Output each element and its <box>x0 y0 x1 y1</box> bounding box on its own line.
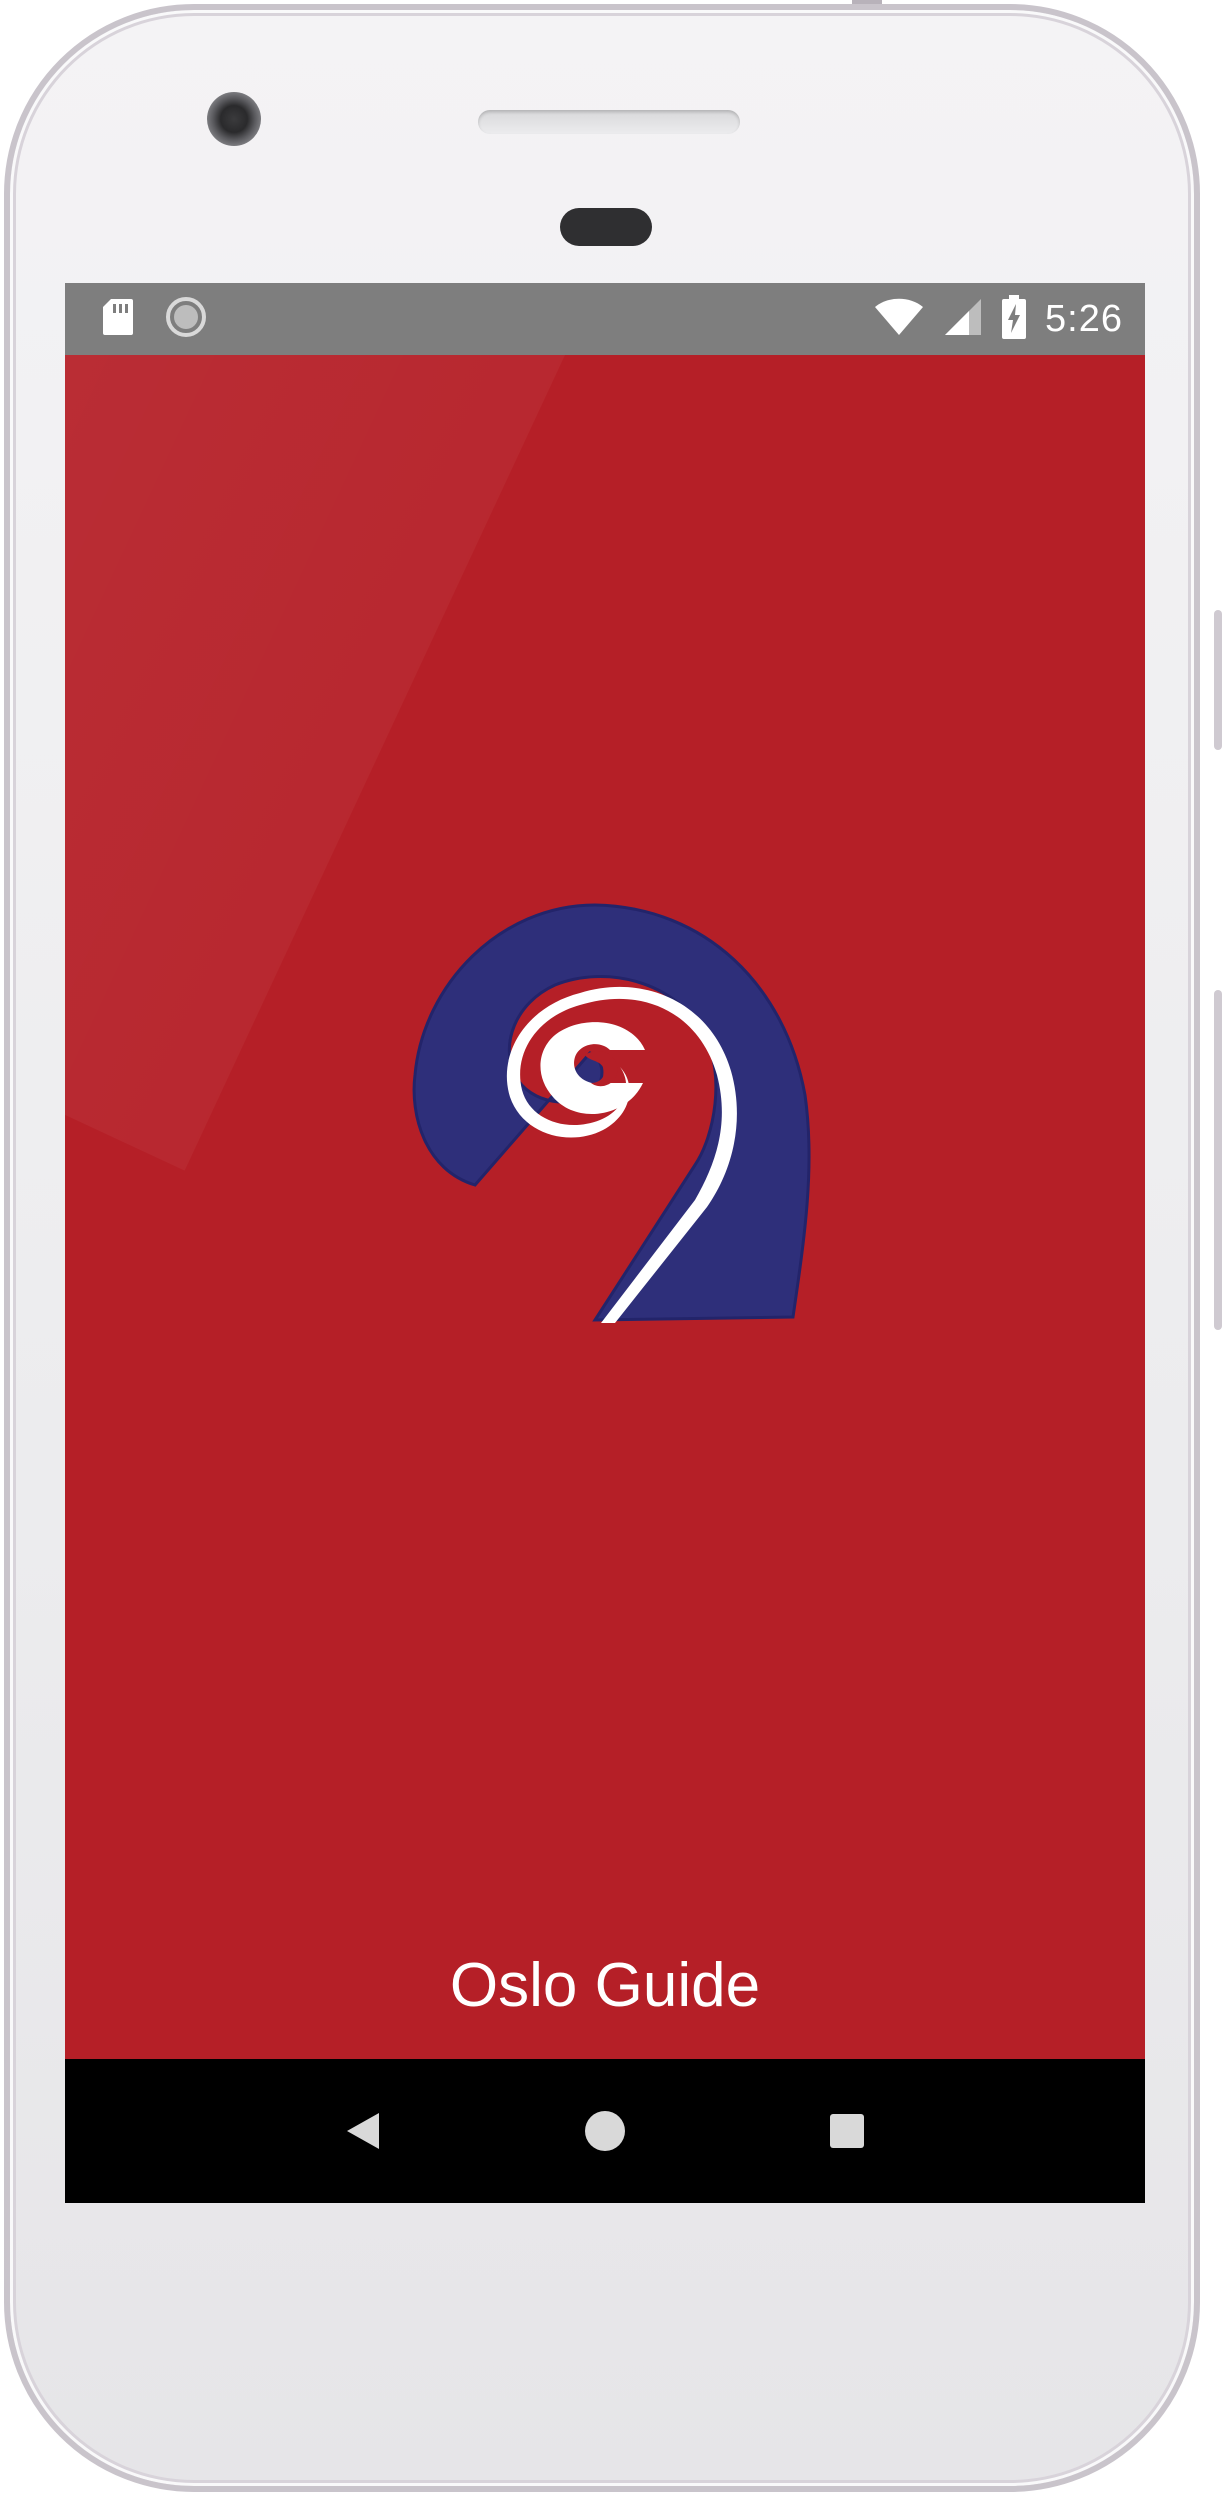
status-time: 5:26 <box>1045 297 1123 340</box>
status-left-icons <box>101 296 207 343</box>
cell-signal-icon <box>943 297 983 342</box>
phone-side-button <box>1214 610 1222 750</box>
screen: 5:26 Oslo Guide <box>65 283 1145 2203</box>
home-button[interactable] <box>575 2101 635 2161</box>
back-button[interactable] <box>333 2101 393 2161</box>
splash-screen: Oslo Guide <box>65 355 1145 2059</box>
status-bar: 5:26 <box>65 283 1145 355</box>
sd-card-icon <box>101 297 135 342</box>
app-logo <box>412 903 811 1323</box>
battery-charging-icon <box>1001 294 1027 344</box>
phone-frame: 5:26 Oslo Guide <box>0 0 1222 2498</box>
status-right-icons: 5:26 <box>873 294 1123 344</box>
proximity-sensor <box>560 208 652 246</box>
home-icon <box>585 2111 625 2151</box>
recents-icon <box>830 2114 864 2148</box>
back-icon <box>347 2113 379 2149</box>
recents-button[interactable] <box>817 2101 877 2161</box>
earpiece-speaker <box>478 110 740 134</box>
phone-volume-button <box>1214 990 1222 1330</box>
app-title: Oslo Guide <box>449 1951 761 2020</box>
navigation-bar <box>65 2059 1145 2203</box>
front-camera <box>207 92 261 146</box>
sync-icon <box>165 296 207 343</box>
wifi-icon <box>873 297 925 342</box>
